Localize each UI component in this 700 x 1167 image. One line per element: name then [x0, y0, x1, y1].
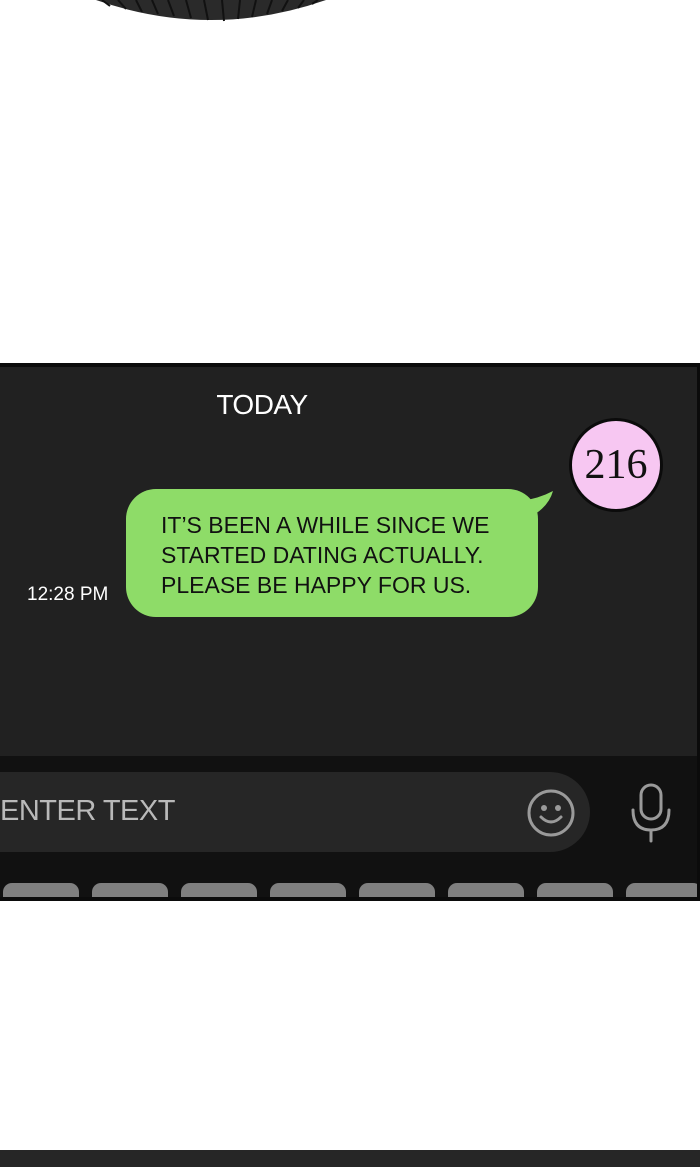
smiley-face-icon[interactable]: [526, 788, 576, 838]
next-panel-edge: [0, 1150, 700, 1167]
message-line: IT’S BEEN A WHILE SINCE WE: [161, 512, 490, 538]
date-divider: TODAY: [216, 389, 308, 420]
keyboard-key[interactable]: [92, 883, 168, 897]
keyboard-key[interactable]: [448, 883, 524, 897]
phone-chat-panel: TODAY 216 IT’S BEEN A WHILE SINCE WE STA…: [0, 363, 700, 901]
keyboard-key[interactable]: [3, 883, 79, 897]
composer-bar: ENTER TEXT: [0, 756, 697, 897]
comic-page: TODAY 216 IT’S BEEN A WHILE SINCE WE STA…: [0, 0, 700, 1167]
keyboard-key[interactable]: [537, 883, 613, 897]
keyboard-key[interactable]: [181, 883, 257, 897]
hair-artwork: [96, 0, 326, 22]
chapter-number-badge: 216: [569, 418, 663, 512]
keyboard-row: [0, 883, 697, 897]
keyboard-key[interactable]: [270, 883, 346, 897]
text-input-placeholder: ENTER TEXT: [0, 795, 175, 827]
microphone-icon[interactable]: [628, 782, 674, 844]
message-line: PLEASE BE HAPPY FOR US.: [161, 572, 472, 598]
sent-message-bubble[interactable]: IT’S BEEN A WHILE SINCE WE STARTED DATIN…: [126, 489, 538, 617]
keyboard-key[interactable]: [359, 883, 435, 897]
keyboard-key[interactable]: [626, 883, 697, 897]
message-line: STARTED DATING ACTUALLY.: [161, 542, 484, 568]
message-timestamp: 12:28 PM: [27, 584, 109, 605]
